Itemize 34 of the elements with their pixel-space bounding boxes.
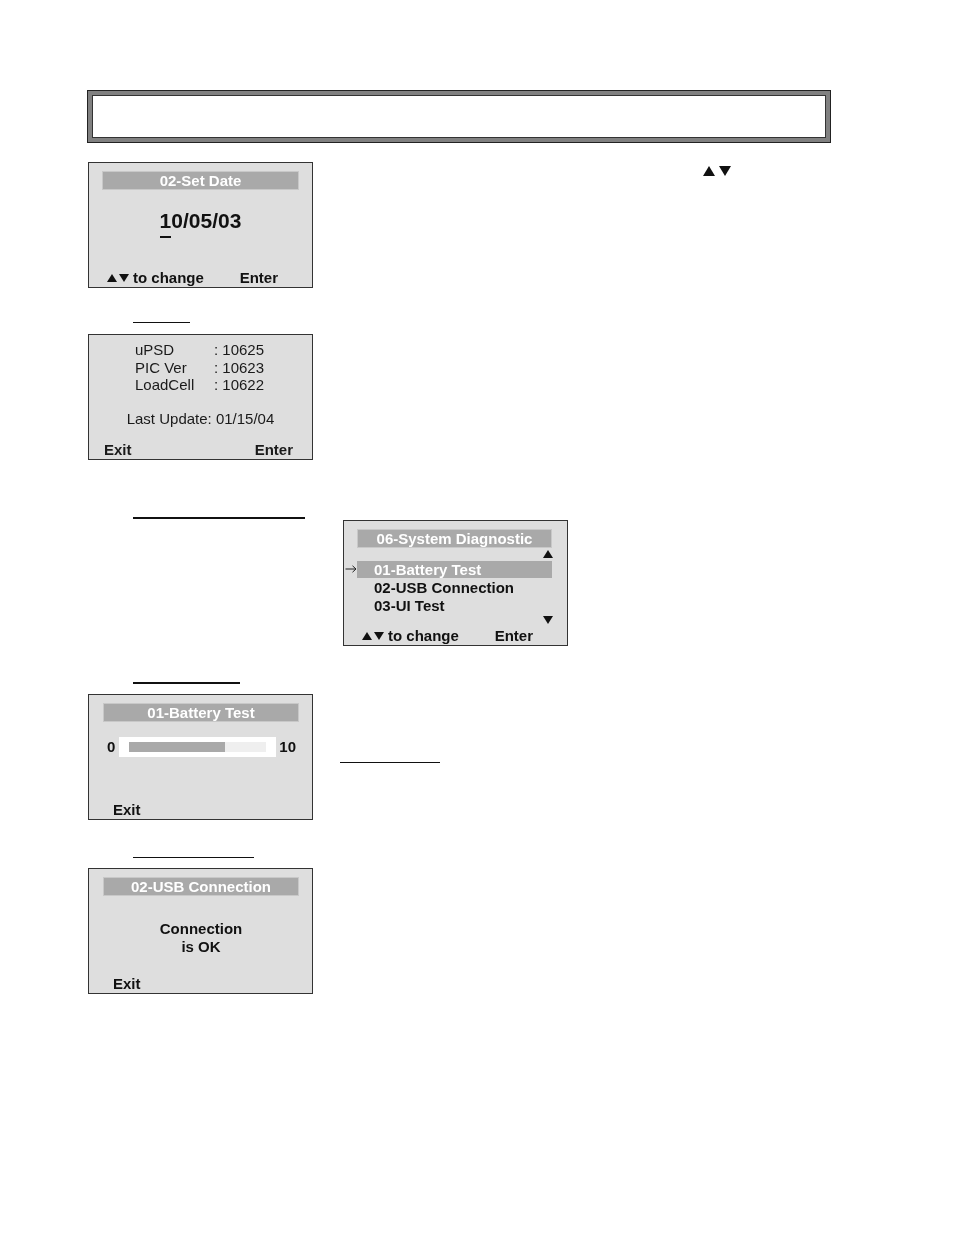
screen-title: 06-System Diagnostic: [357, 529, 552, 548]
up-triangle-icon: [362, 631, 372, 640]
enter-key-label: Enter: [239, 269, 278, 286]
exit-key-label: Exit: [113, 975, 141, 992]
exit-key-label: Exit: [113, 801, 141, 818]
last-update-text: Last Update: 01/15/04: [125, 409, 276, 428]
screen-title: 02-Set Date: [102, 171, 299, 190]
enter-key-label: Enter: [254, 441, 293, 458]
down-triangle-icon: [119, 273, 129, 282]
menu-item[interactable]: 02-USB Connection: [357, 578, 552, 596]
version-value: : 10625: [214, 341, 266, 359]
exit-key-label: Exit: [104, 441, 132, 458]
down-triangle-icon: [719, 166, 731, 176]
pointer-arrow-icon: [345, 565, 357, 573]
version-label: PIC Ver: [135, 358, 188, 376]
scroll-up-triangle-icon: [543, 550, 553, 558]
version-label: uPSD: [135, 341, 176, 359]
date-value: 10/05/03: [159, 208, 242, 238]
up-triangle-icon: [107, 273, 117, 282]
scale-max-label: 10: [279, 737, 297, 757]
status-message: Connection is OK: [158, 920, 244, 956]
scroll-down-triangle-icon: [543, 616, 553, 624]
version-value: : 10622: [214, 376, 266, 394]
screen-title: 01-Battery Test: [103, 703, 299, 722]
version-label: LoadCell: [135, 376, 196, 394]
up-triangle-icon: [703, 166, 715, 176]
scale-min-label: 0: [107, 737, 116, 757]
down-triangle-icon: [374, 631, 384, 640]
version-value: : 10623: [214, 358, 266, 376]
screen-title: 02-USB Connection: [103, 877, 299, 896]
hint-text: to change: [133, 269, 204, 286]
enter-key-label: Enter: [494, 627, 533, 644]
menu-item[interactable]: 03-UI Test: [357, 596, 552, 614]
hint-text: to change: [388, 627, 459, 644]
